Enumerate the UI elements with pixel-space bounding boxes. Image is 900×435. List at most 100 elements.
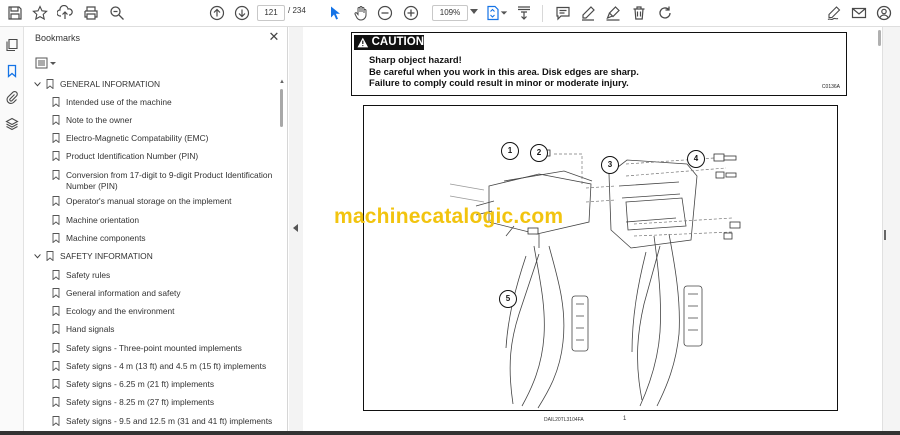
- bookmark-item[interactable]: Ecology and the environment: [52, 306, 274, 317]
- window-bottom-edge: [0, 431, 900, 435]
- warning-triangle-icon: [357, 37, 369, 48]
- bookmark-label: GENERAL INFORMATION: [60, 79, 161, 89]
- document-scrollbar-thumb[interactable]: [878, 30, 881, 46]
- bookmark-item[interactable]: Machine orientation: [52, 215, 274, 226]
- bookmark-label: Note to the owner: [66, 115, 133, 125]
- bookmark-label: SAFETY INFORMATION: [60, 251, 153, 261]
- bookmark-item[interactable]: Hand signals: [52, 324, 274, 335]
- print-icon[interactable]: [81, 3, 101, 23]
- bookmark-icon: [52, 170, 60, 181]
- callout-3: 3: [601, 156, 619, 174]
- attachments-icon[interactable]: [3, 88, 21, 106]
- bookmark-icon: [52, 343, 60, 354]
- toolbar-divider: [542, 5, 543, 22]
- rotate-icon[interactable]: [655, 3, 675, 23]
- bookmark-icon: [52, 133, 60, 144]
- select-cursor-icon[interactable]: [325, 3, 345, 23]
- bookmark-item[interactable]: Safety signs - Three-point mounted imple…: [52, 343, 274, 354]
- bookmark-icon: [46, 79, 54, 90]
- expand-chevron-icon[interactable]: [33, 251, 42, 261]
- close-panel-icon[interactable]: ✕: [268, 30, 280, 44]
- bookmark-item[interactable]: Machine components: [52, 233, 274, 244]
- scroll-mode-icon[interactable]: [514, 3, 534, 23]
- caution-line: Failure to comply could result in minor …: [369, 77, 629, 88]
- sign-icon[interactable]: [824, 3, 844, 23]
- comment-icon[interactable]: [553, 3, 573, 23]
- expand-chevron-icon[interactable]: [33, 79, 42, 89]
- bookmark-icon: [52, 151, 60, 162]
- right-panel-toggle-icon[interactable]: [884, 230, 886, 240]
- collapse-panel-icon[interactable]: [293, 224, 298, 232]
- hand-icon[interactable]: [351, 3, 371, 23]
- prev-page-icon[interactable]: [207, 3, 227, 23]
- zoom-dropdown-icon[interactable]: [470, 9, 478, 14]
- save-icon[interactable]: [5, 3, 25, 23]
- bookmarks-panel-title: Bookmarks: [35, 33, 81, 43]
- bookmark-label: Machine orientation: [66, 215, 140, 225]
- zoom-in-icon[interactable]: [401, 3, 421, 23]
- top-toolbar: 121 / 234 109%: [0, 0, 900, 27]
- callout-5: 5: [499, 290, 517, 308]
- next-page-icon[interactable]: [232, 3, 252, 23]
- bookmark-item[interactable]: Safety signs - 4 m (13 ft) and 4.5 m (15…: [52, 361, 274, 372]
- zoom-level-select[interactable]: 109%: [432, 5, 468, 21]
- page-thumbnails-icon[interactable]: [3, 36, 21, 54]
- bookmark-icon: [52, 270, 60, 281]
- bookmark-options-button[interactable]: [35, 56, 59, 70]
- bookmark-icon: [52, 288, 60, 299]
- bookmark-item[interactable]: Intended use of the machine: [52, 97, 274, 108]
- bookmark-label: Safety rules: [66, 270, 111, 280]
- bookmark-item[interactable]: Safety signs - 9.5 and 12.5 m (31 and 41…: [52, 416, 274, 427]
- bookmark-label: Safety signs - 4 m (13 ft) and 4.5 m (15…: [66, 361, 267, 371]
- account-icon[interactable]: [874, 3, 894, 23]
- fit-dropdown-icon[interactable]: [499, 3, 509, 23]
- figure-caption: DAIL20TL3104FA: [544, 417, 584, 423]
- upload-icon[interactable]: [55, 3, 75, 23]
- scroll-up-icon[interactable]: ▲: [279, 79, 285, 85]
- bookmark-label: Safety signs - 6.25 m (21 ft) implements: [66, 379, 215, 389]
- bookmark-label: Electro-Magnetic Compatability (EMC): [66, 133, 209, 143]
- delete-icon[interactable]: [629, 3, 649, 23]
- bookmark-label: Operator's manual storage on the impleme…: [66, 196, 232, 206]
- bookmark-icon: [52, 115, 60, 126]
- page-number-input[interactable]: 121: [257, 5, 285, 21]
- bookmark-icon: [52, 196, 60, 207]
- zoom-out-icon[interactable]: [375, 3, 395, 23]
- bookmark-item[interactable]: Conversion from 17-digit to 9-digit Prod…: [52, 170, 274, 192]
- bookmarks-scrollbar-thumb[interactable]: [280, 89, 283, 127]
- zoom-search-icon[interactable]: [107, 3, 127, 23]
- bookmark-label: Conversion from 17-digit to 9-digit Prod…: [66, 170, 273, 191]
- bookmark-label: Safety signs - Three-point mounted imple…: [66, 343, 242, 353]
- bookmark-star-icon[interactable]: [30, 3, 50, 23]
- bookmark-label: Safety signs - 8.25 m (27 ft) implements: [66, 397, 215, 407]
- bookmark-item[interactable]: Operator's manual storage on the impleme…: [52, 196, 274, 207]
- caution-text: Sharp object hazard! Be careful when you…: [369, 54, 639, 89]
- bookmark-icon: [52, 416, 60, 427]
- navigation-rail: [0, 27, 24, 435]
- pen-icon[interactable]: [578, 3, 598, 23]
- bookmark-item[interactable]: Electro-Magnetic Compatability (EMC): [52, 133, 274, 144]
- bookmark-label: Machine components: [66, 233, 146, 243]
- bookmark-icon: [52, 324, 60, 335]
- bookmark-item[interactable]: Safety signs - 6.25 m (21 ft) implements: [52, 379, 274, 390]
- bookmark-item[interactable]: Product Identification Number (PIN): [52, 151, 274, 162]
- bookmark-item[interactable]: Safety rules: [52, 270, 274, 281]
- bookmark-section[interactable]: SAFETY INFORMATION: [33, 251, 273, 262]
- bookmarks-panel-icon[interactable]: [3, 62, 21, 80]
- bookmark-item[interactable]: Safety signs - 8.25 m (27 ft) implements: [52, 397, 274, 408]
- bookmark-item[interactable]: General information and safety: [52, 288, 274, 299]
- layers-icon[interactable]: [3, 115, 21, 133]
- bookmarks-panel: Bookmarks ✕ GENERAL INFORMATION Intended …: [25, 27, 288, 435]
- bookmark-icon: [52, 215, 60, 226]
- disk-assembly-figure: 1 2 3 4 5: [363, 105, 838, 411]
- bookmark-icon: [52, 361, 60, 372]
- bookmark-label: Hand signals: [66, 324, 115, 334]
- caution-title: CAUTION: [371, 36, 424, 48]
- watermark-text: machinecatalogic.com: [334, 205, 564, 228]
- mail-icon[interactable]: [849, 3, 869, 23]
- bookmark-section[interactable]: GENERAL INFORMATION: [33, 79, 273, 90]
- disk-assembly-illustration: [449, 147, 741, 409]
- bookmark-item[interactable]: Note to the owner: [52, 115, 274, 126]
- bookmark-icon: [52, 306, 60, 317]
- highlight-icon[interactable]: [603, 3, 623, 23]
